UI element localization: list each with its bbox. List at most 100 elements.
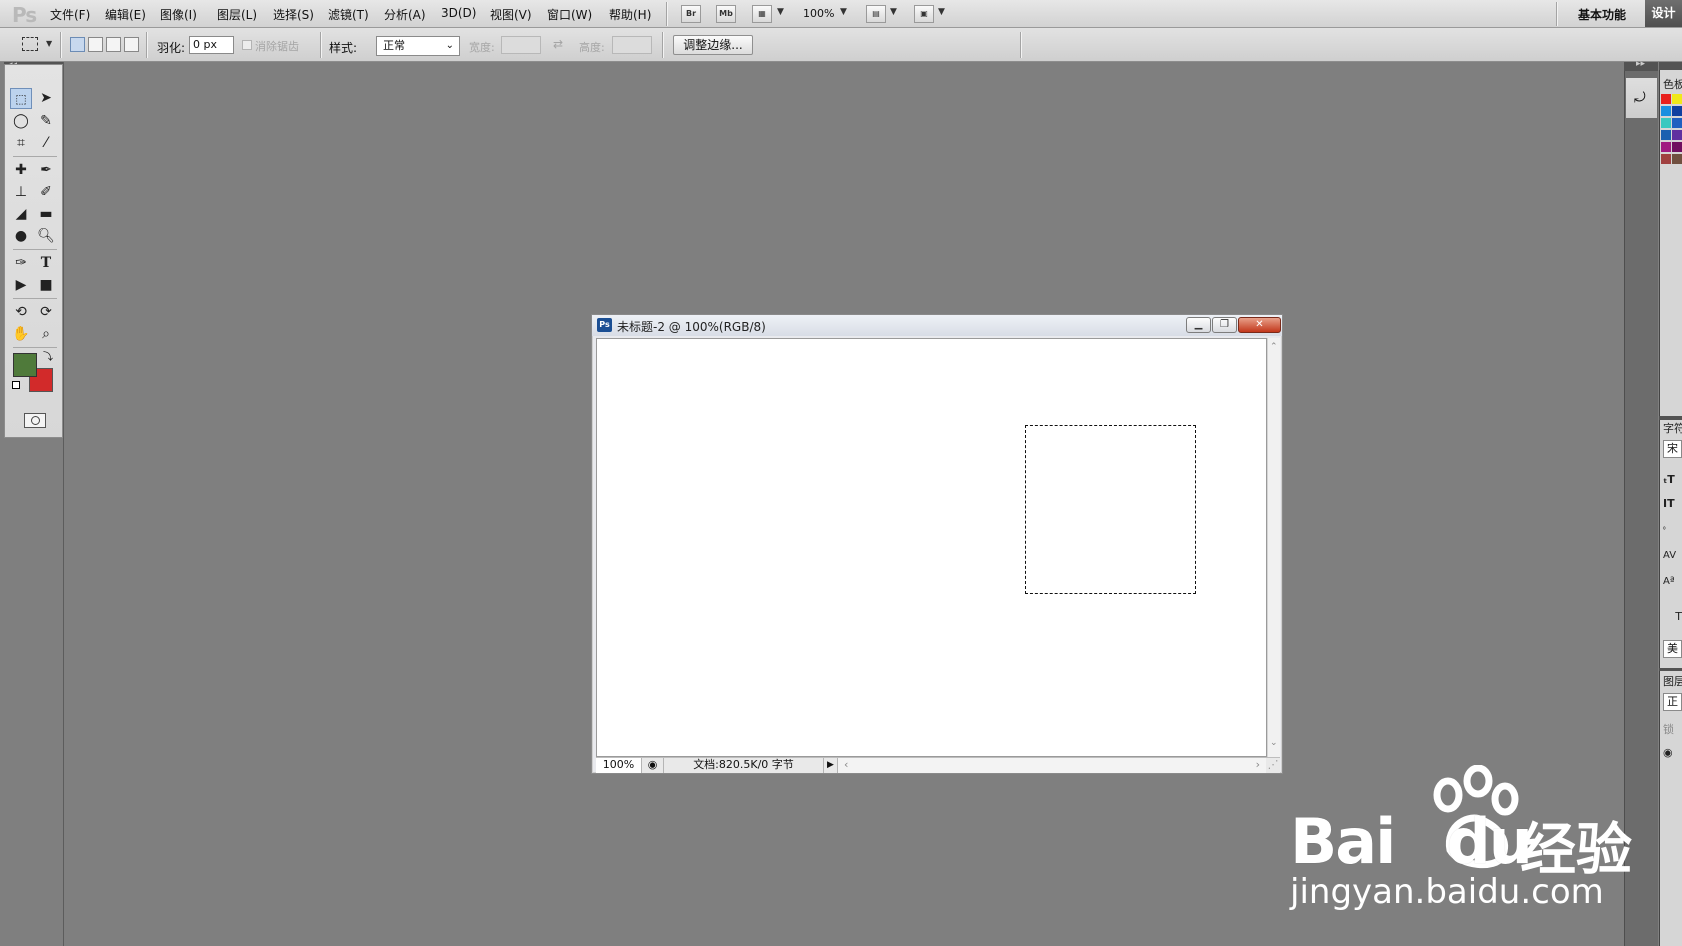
language-field[interactable]: 美 bbox=[1663, 640, 1682, 658]
quick-mask-icon[interactable] bbox=[24, 413, 46, 428]
path-selection-tool-icon[interactable]: ▶ bbox=[10, 275, 32, 296]
color-swatch[interactable] bbox=[1672, 154, 1682, 164]
chevron-down-icon[interactable]: ▼ bbox=[890, 7, 897, 17]
feather-input[interactable]: 0 px bbox=[189, 36, 234, 54]
status-menu-icon[interactable]: ◉ bbox=[642, 758, 664, 773]
screen-mode-icon[interactable]: ▣ bbox=[914, 5, 934, 23]
tracking-icon[interactable]: ﾟ bbox=[1663, 524, 1682, 540]
vertical-scrollbar[interactable]: ⌃ ⌄ bbox=[1267, 338, 1280, 757]
zoom-field[interactable]: 100% bbox=[596, 758, 642, 773]
antialias-checkbox[interactable] bbox=[242, 40, 252, 50]
close-icon[interactable]: ✕ bbox=[1238, 317, 1281, 333]
document-canvas[interactable] bbox=[596, 338, 1267, 757]
workspace-design[interactable]: 设计 bbox=[1645, 0, 1682, 27]
chevron-down-icon[interactable]: ▼ bbox=[840, 7, 847, 17]
rect-marquee-tool-icon[interactable]: ⬚ bbox=[10, 88, 32, 109]
add-selection-icon[interactable] bbox=[88, 37, 103, 52]
kerning-icon[interactable]: AV bbox=[1663, 550, 1682, 561]
font-family-field[interactable]: 宋 bbox=[1663, 440, 1682, 458]
color-swatch[interactable] bbox=[1661, 106, 1671, 116]
blend-mode-field[interactable]: 正 bbox=[1663, 693, 1682, 711]
default-colors-icon[interactable] bbox=[12, 381, 20, 389]
vertical-scale-icon[interactable]: IT bbox=[1663, 497, 1682, 510]
type-tool-icon[interactable]: T bbox=[35, 253, 57, 274]
eraser-tool-icon[interactable]: ◢ bbox=[10, 204, 32, 225]
menu-3d[interactable]: 3D(D) bbox=[441, 6, 476, 20]
eyedropper-tool-icon[interactable]: ⁄ bbox=[35, 133, 57, 154]
menu-window[interactable]: 窗口(W) bbox=[547, 6, 592, 23]
scroll-left-icon[interactable]: ‹ bbox=[844, 758, 848, 772]
menu-edit[interactable]: 编辑(E) bbox=[105, 6, 146, 23]
font-size-icon[interactable]: ₜT bbox=[1663, 473, 1682, 486]
workspace-essentials[interactable]: 基本功能 bbox=[1578, 6, 1626, 23]
lasso-tool-icon[interactable]: ◯ bbox=[10, 111, 32, 132]
color-swatch[interactable] bbox=[1672, 94, 1682, 104]
rectangle-tool-icon[interactable]: ■ bbox=[35, 275, 57, 296]
arrange-documents-icon[interactable]: ▤ bbox=[866, 5, 886, 23]
marquee-selection[interactable] bbox=[1025, 425, 1196, 594]
refine-edge-button[interactable]: 调整边缘... bbox=[673, 35, 753, 55]
faux-style-icon[interactable]: T bbox=[1663, 610, 1682, 623]
document-title-bar[interactable]: Ps 未标题-2 @ 100%(RGB/8) ▁ ❐ ✕ bbox=[592, 315, 1282, 336]
menu-view[interactable]: 视图(V) bbox=[490, 6, 532, 23]
move-tool-icon[interactable]: ➤ bbox=[35, 88, 57, 109]
history-brush-tool-icon[interactable]: ✐ bbox=[35, 182, 57, 203]
3d-rotate-tool-icon[interactable]: ⟲ bbox=[10, 302, 32, 323]
rect-marquee-preset-icon[interactable] bbox=[22, 37, 38, 51]
color-swatch[interactable] bbox=[1672, 130, 1682, 140]
height-input[interactable] bbox=[612, 36, 652, 54]
3d-orbit-tool-icon[interactable]: ⟳ bbox=[35, 302, 57, 323]
bridge-button[interactable]: Br bbox=[681, 5, 701, 23]
pen-tool-icon[interactable]: ✑ bbox=[10, 253, 32, 274]
color-swatch[interactable] bbox=[1661, 94, 1671, 104]
color-swatch[interactable] bbox=[1672, 142, 1682, 152]
color-swatch[interactable] bbox=[1661, 154, 1671, 164]
visibility-eye-icon[interactable]: ◉ bbox=[1663, 746, 1682, 759]
blur-tool-icon[interactable]: ● bbox=[10, 226, 32, 247]
menu-select[interactable]: 选择(S) bbox=[273, 6, 314, 23]
minimize-icon[interactable]: ▁ bbox=[1186, 317, 1211, 333]
quick-selection-tool-icon[interactable]: ✎ bbox=[35, 111, 57, 132]
intersect-selection-icon[interactable] bbox=[124, 37, 139, 52]
new-selection-icon[interactable] bbox=[70, 37, 85, 52]
menu-filter[interactable]: 滤镜(T) bbox=[328, 6, 369, 23]
color-swatch[interactable] bbox=[1672, 106, 1682, 116]
swap-icon[interactable]: ⇄ bbox=[553, 37, 563, 51]
dodge-tool-icon[interactable]: 🔍︎ bbox=[35, 226, 57, 247]
minibridge-button[interactable]: Mb bbox=[716, 5, 736, 23]
foreground-color-swatch[interactable] bbox=[13, 353, 37, 377]
chevron-down-icon[interactable]: ▼ bbox=[46, 39, 52, 48]
extras-icon[interactable]: ▦ bbox=[752, 5, 772, 23]
restore-icon[interactable]: ❐ bbox=[1212, 317, 1237, 333]
resize-grip-icon[interactable]: ⋰ bbox=[1266, 758, 1280, 773]
history-panel-icon[interactable]: ⤾ bbox=[1634, 90, 1646, 106]
swatches-panel-tab[interactable]: 色板 bbox=[1663, 76, 1682, 92]
swap-colors-icon[interactable]: ⤵ bbox=[43, 348, 53, 363]
menu-layer[interactable]: 图层(L) bbox=[217, 6, 257, 23]
chevron-down-icon[interactable]: ▼ bbox=[938, 7, 945, 17]
color-swatch[interactable] bbox=[1661, 130, 1671, 140]
menu-file[interactable]: 文件(F) bbox=[50, 6, 90, 23]
scroll-right-icon[interactable]: › bbox=[1256, 758, 1260, 772]
hand-tool-icon[interactable]: ✋ bbox=[10, 324, 32, 345]
zoom-tool-icon[interactable]: ⌕ bbox=[35, 324, 57, 345]
horizontal-scrollbar[interactable]: ‹ › bbox=[838, 758, 1266, 773]
character-panel-tab[interactable]: 字符 bbox=[1663, 420, 1682, 436]
panel-collapse-bar[interactable] bbox=[1659, 62, 1682, 70]
menu-help[interactable]: 帮助(H) bbox=[609, 6, 651, 23]
healing-brush-tool-icon[interactable]: ✚ bbox=[10, 160, 32, 181]
gradient-tool-icon[interactable]: ▬ bbox=[35, 204, 57, 225]
menu-analysis[interactable]: 分析(A) bbox=[384, 6, 426, 23]
color-swatch[interactable] bbox=[1672, 118, 1682, 128]
scroll-down-icon[interactable]: ⌄ bbox=[1270, 738, 1278, 748]
scroll-up-icon[interactable]: ⌃ bbox=[1270, 342, 1278, 352]
style-select[interactable]: 正常 ⌄ bbox=[376, 36, 460, 56]
clone-stamp-tool-icon[interactable]: ⊥ bbox=[10, 182, 32, 203]
subtract-selection-icon[interactable] bbox=[106, 37, 121, 52]
width-input[interactable] bbox=[501, 36, 541, 54]
dock-collapse-bar[interactable]: ▸▸ bbox=[1624, 59, 1658, 71]
color-swatch[interactable] bbox=[1661, 142, 1671, 152]
crop-tool-icon[interactable]: ⌗ bbox=[10, 133, 32, 154]
brush-tool-icon[interactable]: ✒ bbox=[35, 160, 57, 181]
layers-panel-tab[interactable]: 图层 bbox=[1663, 673, 1682, 689]
